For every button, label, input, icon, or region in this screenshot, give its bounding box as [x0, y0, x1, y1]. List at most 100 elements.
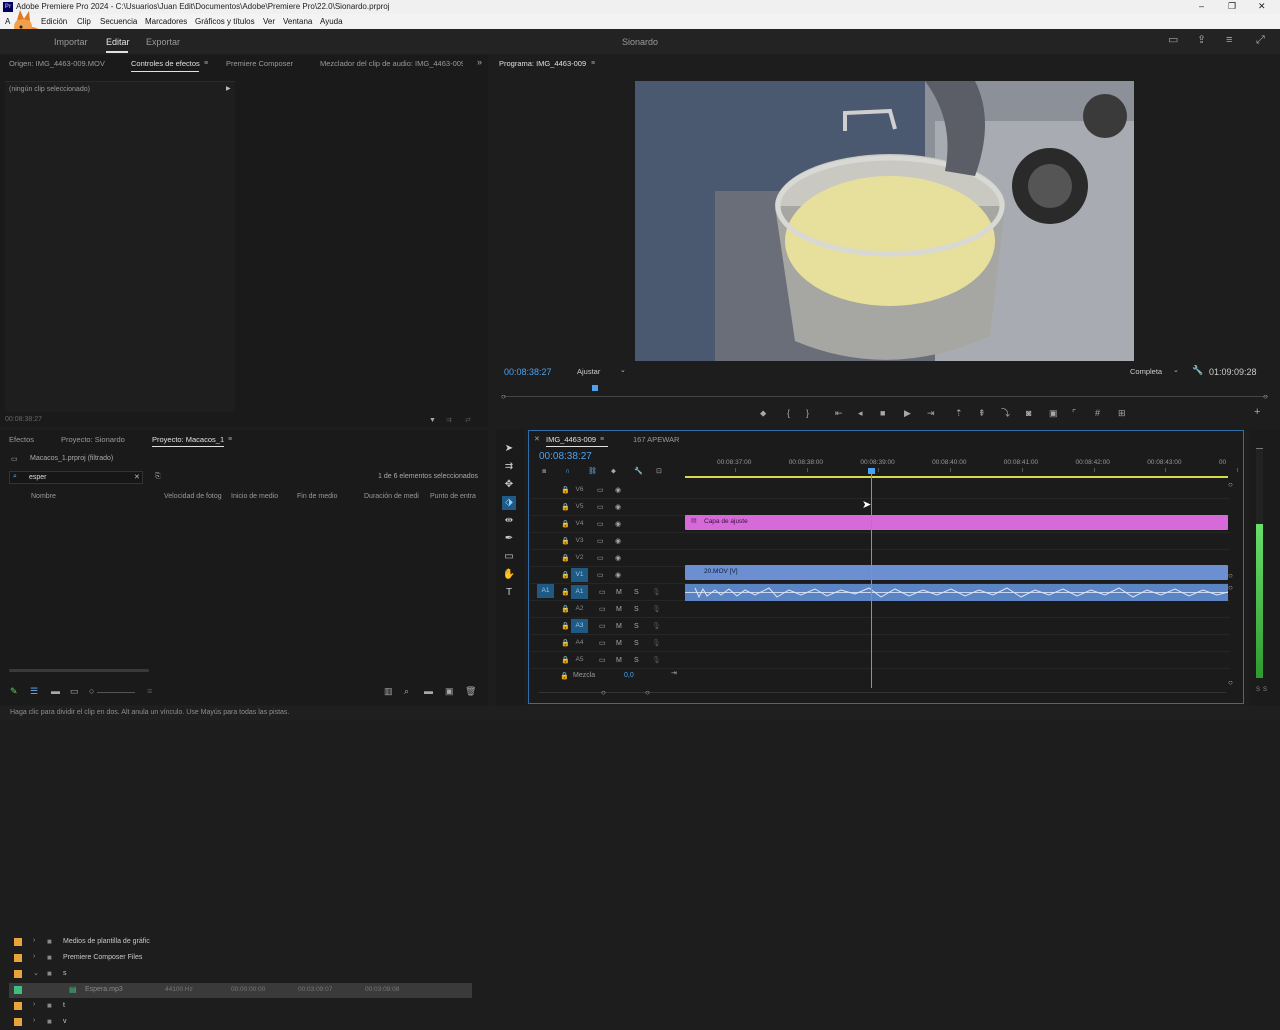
work-area-end-handle[interactable]: ○ [1228, 480, 1233, 489]
mix-lock-icon[interactable]: 🔒 [560, 672, 569, 681]
project-row[interactable]: › ■ v [9, 1015, 472, 1030]
mic-icon[interactable]: 🎙 [652, 656, 661, 665]
tab-sequence-apewar[interactable]: 167 APEWAR [633, 435, 679, 444]
panel-menu-icon[interactable]: ≡ [204, 59, 208, 68]
camera-icon[interactable]: ◙ [1026, 409, 1031, 418]
work-area-bar[interactable] [685, 476, 1228, 478]
sync-lock-icon[interactable]: ▭ [597, 571, 604, 580]
search-input[interactable]: esper [29, 474, 47, 481]
new-bin-icon[interactable]: ▬ [424, 687, 433, 696]
col-fin[interactable]: Fin de medio [297, 493, 337, 500]
project-row[interactable]: ▤ Espera.mp3 44100 Hz 00:00:00:00 00:03:09:0… [9, 983, 472, 998]
vr-icon[interactable]: ⊞ [1118, 409, 1126, 418]
fullscreen-icon[interactable]: ⤢ [1256, 35, 1265, 46]
trash-icon[interactable]: 🗑 [465, 687, 476, 696]
playhead-handle[interactable] [868, 468, 875, 474]
sync-lock-icon[interactable]: ▭ [597, 554, 604, 563]
list-view-icon[interactable]: ☰ [30, 687, 38, 696]
selection-tool-icon[interactable]: ➤ [502, 442, 516, 456]
timeline-zoom-bar[interactable] [538, 692, 1226, 693]
search-field[interactable]: ⌕ esper ✕ [9, 471, 143, 484]
label-swatch[interactable] [14, 1002, 22, 1010]
track-label-v3[interactable]: V3 [571, 534, 588, 548]
hand-tool-icon[interactable]: ✋ [502, 568, 516, 582]
fit-dropdown[interactable]: Ajustar [577, 367, 600, 376]
lock-icon[interactable]: 🔒 [561, 537, 570, 546]
nest-icon[interactable]: ⧈ [542, 467, 546, 476]
pen-tool-icon[interactable]: ✒ [502, 532, 516, 546]
audio-clip[interactable] [685, 584, 1228, 601]
zoom-handle-right[interactable]: ○ [645, 688, 650, 697]
quality-dropdown[interactable]: Completa [1130, 367, 1162, 376]
chevron-down-icon[interactable]: ⌄ [33, 969, 39, 977]
play-icon[interactable]: ▶ [904, 409, 911, 418]
project-row[interactable]: ⌄ ■ s [9, 967, 472, 982]
project-row[interactable]: › ■ Medios de plantilla de gráfic [9, 935, 472, 950]
slip-tool-icon[interactable]: ⇹ [502, 514, 516, 528]
go-to-out-icon[interactable]: ⇥ [927, 409, 935, 418]
track-label-v4[interactable]: V4 [571, 517, 588, 531]
mic-icon[interactable]: 🎙 [652, 622, 661, 631]
zoom-slider-icon[interactable]: ○ [89, 687, 94, 696]
sync-lock-icon[interactable]: ▭ [597, 520, 604, 529]
video-clip[interactable]: 20.MOV [V] [685, 565, 1228, 580]
video-clip-end-handle[interactable]: ○ [1228, 571, 1233, 580]
pencil-icon[interactable]: ✎ [10, 687, 18, 696]
minimize-icon[interactable]: – [1199, 1, 1204, 11]
mark-in-icon[interactable]: { [787, 409, 790, 418]
quality-chevron-icon[interactable]: ⌄ [1173, 366, 1179, 374]
lock-icon[interactable]: 🔒 [561, 520, 570, 529]
col-nombre[interactable]: Nombre [31, 493, 56, 500]
tab-sequence-img[interactable]: IMG_4463-009 [546, 435, 596, 444]
menu-ventana[interactable]: Ventana [283, 17, 312, 26]
lock-icon[interactable]: 🔒 [561, 486, 570, 495]
sync-lock-icon[interactable]: ▭ [599, 622, 606, 631]
program-menu-icon[interactable]: ≡ [591, 59, 595, 68]
mute-icon[interactable]: M [616, 622, 622, 631]
sequence-menu-icon[interactable]: ≡ [600, 435, 604, 444]
new-item-icon[interactable]: ▣ [445, 687, 454, 696]
wrench-icon[interactable]: 🔧 [1192, 366, 1203, 375]
track-label-a5[interactable]: A5 [571, 653, 588, 667]
eye-icon[interactable]: ◉ [615, 503, 621, 512]
mute-icon[interactable]: M [616, 588, 622, 597]
eye-icon[interactable]: ◉ [615, 537, 621, 546]
comparison-icon[interactable]: ▣ [1049, 409, 1058, 418]
linked-selection-icon[interactable]: ⛓ [588, 467, 597, 476]
close-icon[interactable]: ✕ [1258, 1, 1266, 12]
share-icon[interactable]: ⇪ [1197, 35, 1206, 46]
tab-origen[interactable]: Origen: IMG_4463-009.MOV [9, 59, 105, 68]
lift-icon[interactable]: ⇡ [955, 409, 963, 418]
menu-graficos[interactable]: Gráficos y títulos [195, 17, 255, 26]
grid-icon[interactable]: # [1095, 409, 1100, 418]
lock-icon[interactable]: 🔒 [561, 622, 570, 631]
track-label-a4[interactable]: A4 [571, 636, 588, 650]
mic-icon[interactable]: 🎙 [652, 605, 661, 614]
insert-icon[interactable]: ⤵ [1001, 409, 1010, 418]
project-menu-icon[interactable]: ≡ [228, 435, 232, 444]
mute-icon[interactable]: M [616, 605, 622, 614]
add-button-icon[interactable]: + [1254, 407, 1260, 418]
extract-icon[interactable]: ⇞ [978, 409, 986, 418]
tab-efectos[interactable]: Efectos [9, 435, 34, 444]
sync-lock-icon[interactable]: ▭ [599, 639, 606, 648]
solo-icon[interactable]: S [634, 588, 639, 597]
track-select-tool-icon[interactable]: ⇉ [502, 460, 516, 474]
add-marker-timeline-icon[interactable]: ⬥ [611, 467, 616, 476]
loop-icon[interactable]: ⇄ [465, 416, 471, 425]
eye-icon[interactable]: ◉ [615, 520, 621, 529]
solo-icon[interactable]: S [634, 622, 639, 631]
sync-lock-icon[interactable]: ▭ [599, 656, 606, 665]
tab-premiere-composer[interactable]: Premiere Composer [226, 59, 293, 68]
settings-wrench-icon[interactable]: 🔧 [634, 467, 643, 476]
horizontal-scrollbar[interactable] [9, 669, 149, 672]
eye-icon[interactable]: ◉ [615, 554, 621, 563]
sync-lock-icon[interactable]: ▭ [599, 605, 606, 614]
track-label-v1[interactable]: V1 [571, 568, 588, 582]
tab-proyecto-macacos[interactable]: Proyecto: Macacos_1 [152, 435, 224, 444]
lock-icon[interactable]: 🔒 [561, 554, 570, 563]
export-effect-icon[interactable]: ⇉ [446, 416, 452, 425]
zoom-handle-left[interactable]: ○ [601, 688, 606, 697]
mic-icon[interactable]: 🎙 [652, 588, 661, 597]
lock-icon[interactable]: 🔒 [561, 588, 570, 597]
